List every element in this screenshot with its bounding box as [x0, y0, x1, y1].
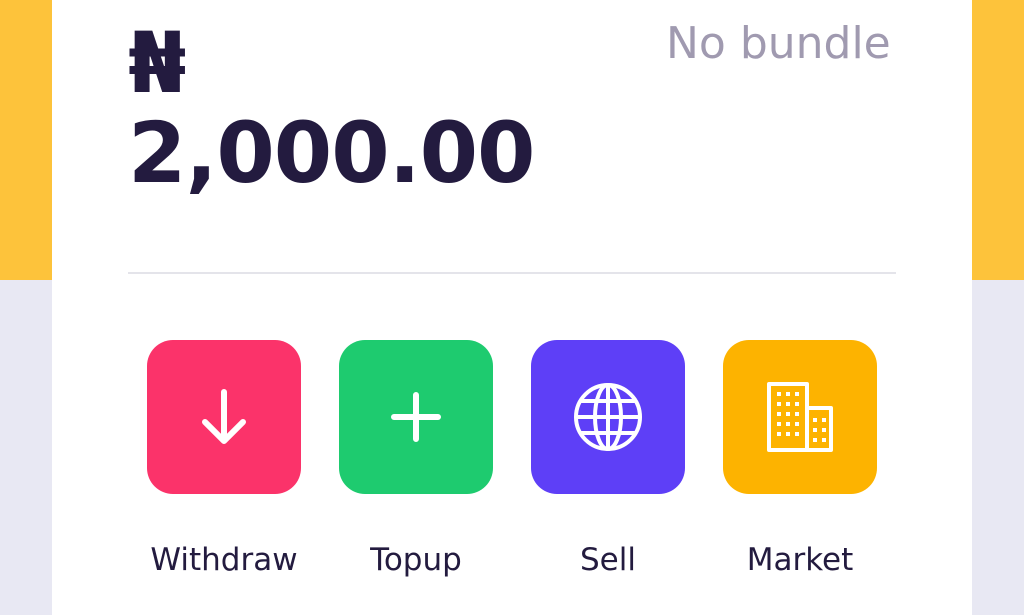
balance-amount: 2,000.00	[128, 104, 536, 202]
currency-symbol: ₦	[128, 14, 186, 112]
topup-button[interactable]	[339, 340, 493, 494]
divider	[128, 272, 896, 274]
withdraw-button[interactable]	[147, 340, 301, 494]
market-label: Market	[746, 542, 854, 578]
bundle-status: No bundle	[666, 18, 891, 69]
topup-label: Topup	[370, 542, 462, 578]
withdraw-label: Withdraw	[150, 542, 298, 578]
plus-icon	[391, 392, 441, 442]
wallet-balance: ₦ 2,000.00	[128, 18, 628, 198]
sell-label: Sell	[580, 542, 636, 578]
globe-icon	[574, 383, 642, 451]
sell-button[interactable]	[531, 340, 685, 494]
building-icon	[767, 382, 833, 452]
arrow-down-icon	[202, 389, 246, 444]
market-button[interactable]	[723, 340, 877, 494]
